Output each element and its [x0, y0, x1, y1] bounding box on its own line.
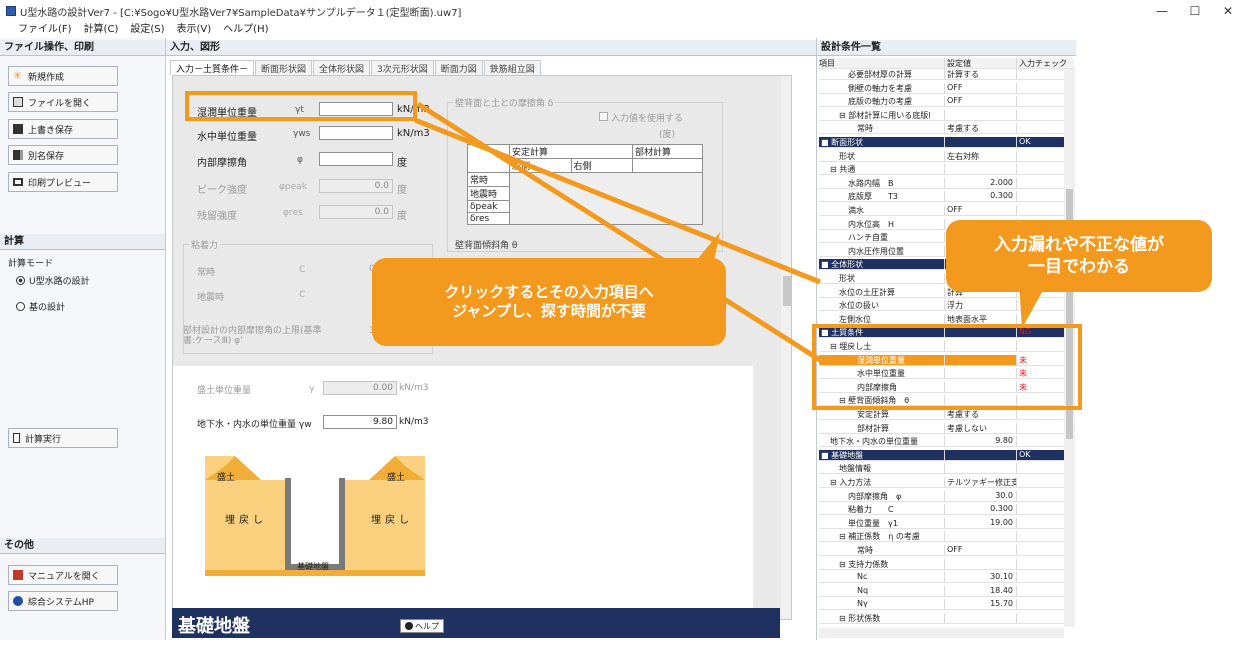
- input-highlight-frame: [185, 91, 417, 121]
- jump-callout: クリックするとその入力項目へ ジャンプし、探す時間が不要: [372, 258, 726, 346]
- conditions-highlight-frame: [812, 324, 1082, 410]
- check-callout: 入力漏れや不正な値が 一目でわかる: [946, 220, 1212, 292]
